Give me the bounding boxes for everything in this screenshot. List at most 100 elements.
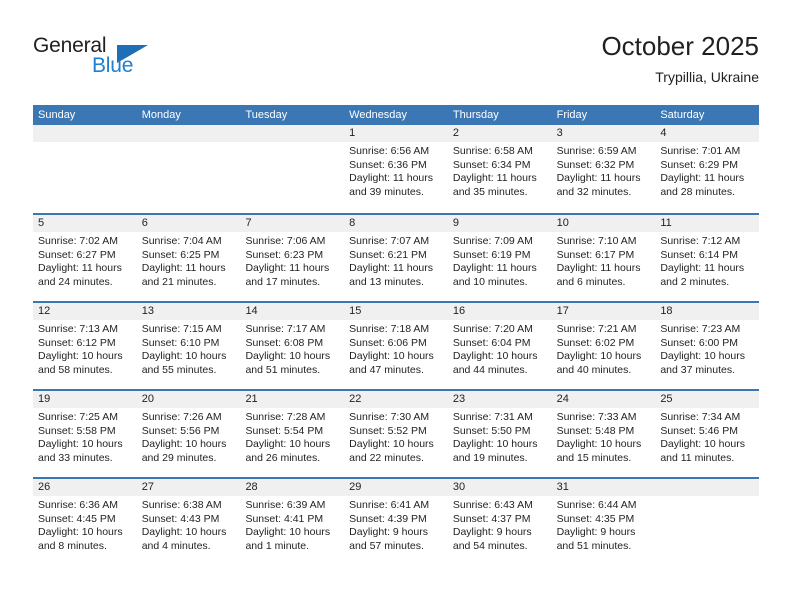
day-details: Sunrise: 7:09 AM Sunset: 6:19 PM Daylight:… bbox=[448, 232, 552, 289]
sunrise-text: Sunrise: 7:20 AM bbox=[452, 323, 533, 335]
calendar-day-cell[interactable]: 28 Sunrise: 6:39 AM Sunset: 4:41 PM Dayligh… bbox=[240, 479, 345, 565]
day-details: Sunrise: 6:41 AM Sunset: 4:39 PM Daylight:… bbox=[344, 496, 448, 553]
daylight-text-line1: Daylight: 10 hours bbox=[38, 526, 123, 538]
day-number: 28 bbox=[240, 479, 345, 496]
daylight-text-line2: and 28 minutes. bbox=[660, 185, 736, 198]
day-number: 18 bbox=[655, 303, 760, 320]
calendar-page: General Blue October 2025 Trypillia, Ukr… bbox=[0, 0, 792, 612]
calendar-day-cell-empty bbox=[33, 125, 137, 213]
daylight-text-line1: Daylight: 11 hours bbox=[349, 172, 434, 184]
day-details: Sunrise: 7:31 AM Sunset: 5:50 PM Daylight:… bbox=[448, 408, 552, 465]
sunset-text: Sunset: 4:39 PM bbox=[349, 512, 427, 525]
daylight-text-line2: and 13 minutes. bbox=[349, 275, 424, 288]
sunrise-text: Sunrise: 7:28 AM bbox=[245, 411, 326, 423]
daylight-text-line1: Daylight: 10 hours bbox=[141, 526, 227, 538]
calendar-day-cell[interactable]: 31 Sunrise: 6:44 AM Sunset: 4:35 PM Dayligh… bbox=[551, 479, 656, 565]
calendar-day-cell[interactable]: 10 Sunrise: 7:10 AM Sunset: 6:17 PM Dayligh… bbox=[551, 215, 656, 301]
calendar-day-cell[interactable]: 22 Sunrise: 7:30 AM Sunset: 5:52 PM Dayligh… bbox=[344, 391, 448, 477]
sunrise-text: Sunrise: 7:17 AM bbox=[245, 323, 326, 335]
day-number: 20 bbox=[136, 391, 241, 408]
sunset-text: Sunset: 6:10 PM bbox=[141, 336, 220, 349]
sunrise-text: Sunrise: 6:36 AM bbox=[38, 499, 118, 511]
calendar-day-cell[interactable]: 4 Sunrise: 7:01 AM Sunset: 6:29 PM Daylight… bbox=[655, 125, 760, 213]
daylight-text-line2: and 1 minute. bbox=[245, 539, 310, 552]
calendar-day-cell[interactable]: 13 Sunrise: 7:15 AM Sunset: 6:10 PM Dayligh… bbox=[136, 303, 241, 389]
daylight-text-line2: and 4 minutes. bbox=[141, 539, 211, 552]
calendar-day-cell[interactable]: 26 Sunrise: 6:36 AM Sunset: 4:45 PM Dayligh… bbox=[33, 479, 137, 565]
sunset-text: Sunset: 4:37 PM bbox=[452, 512, 531, 525]
daylight-text-line1: Daylight: 11 hours bbox=[452, 262, 537, 274]
day-details: Sunrise: 7:15 AM Sunset: 6:10 PM Daylight:… bbox=[137, 320, 241, 377]
calendar-day-cell[interactable]: 1 Sunrise: 6:56 AM Sunset: 6:36 PM Daylight… bbox=[344, 125, 448, 213]
calendar-day-cell[interactable]: 9 Sunrise: 7:09 AM Sunset: 6:19 PM Daylight… bbox=[447, 215, 552, 301]
daylight-text-line2: and 54 minutes. bbox=[452, 539, 528, 552]
sunset-text: Sunset: 6:04 PM bbox=[452, 336, 531, 349]
calendar-day-cell[interactable]: 6 Sunrise: 7:04 AM Sunset: 6:25 PM Daylight… bbox=[136, 215, 241, 301]
generalblue-logo[interactable]: General Blue bbox=[33, 34, 233, 90]
calendar-day-cell[interactable]: 11 Sunrise: 7:12 AM Sunset: 6:14 PM Dayligh… bbox=[655, 215, 760, 301]
sunset-text: Sunset: 6:12 PM bbox=[38, 336, 116, 349]
sunrise-text: Sunrise: 7:12 AM bbox=[660, 235, 741, 247]
daylight-text-line1: Daylight: 9 hours bbox=[556, 526, 636, 538]
calendar-day-cell[interactable]: 2 Sunrise: 6:58 AM Sunset: 6:34 PM Daylight… bbox=[447, 125, 552, 213]
day-details: Sunrise: 7:26 AM Sunset: 5:56 PM Daylight:… bbox=[137, 408, 241, 465]
calendar-day-cell[interactable]: 12 Sunrise: 7:13 AM Sunset: 6:12 PM Dayligh… bbox=[33, 303, 137, 389]
calendar-day-cell[interactable]: 15 Sunrise: 7:18 AM Sunset: 6:06 PM Dayligh… bbox=[344, 303, 448, 389]
sunset-text: Sunset: 6:29 PM bbox=[660, 158, 738, 171]
calendar-day-cell[interactable]: 25 Sunrise: 7:34 AM Sunset: 5:46 PM Dayligh… bbox=[655, 391, 760, 477]
sunrise-text: Sunrise: 7:04 AM bbox=[141, 235, 222, 247]
day-details: Sunrise: 7:21 AM Sunset: 6:02 PM Daylight:… bbox=[552, 320, 656, 377]
day-details: Sunrise: 7:33 AM Sunset: 5:48 PM Daylight:… bbox=[552, 408, 656, 465]
calendar-day-cell[interactable]: 23 Sunrise: 7:31 AM Sunset: 5:50 PM Dayligh… bbox=[447, 391, 552, 477]
daylight-text-line1: Daylight: 10 hours bbox=[245, 526, 331, 538]
calendar-day-cell[interactable]: 27 Sunrise: 6:38 AM Sunset: 4:43 PM Dayligh… bbox=[136, 479, 241, 565]
daylight-text-line2: and 35 minutes. bbox=[452, 185, 528, 198]
sunset-text: Sunset: 4:43 PM bbox=[141, 512, 220, 525]
daylight-text-line2: and 32 minutes. bbox=[556, 185, 632, 198]
sunset-text: Sunset: 6:32 PM bbox=[556, 158, 635, 171]
calendar-day-cell[interactable]: 7 Sunrise: 7:06 AM Sunset: 6:23 PM Daylight… bbox=[240, 215, 345, 301]
sunset-text: Sunset: 5:58 PM bbox=[38, 424, 116, 437]
day-details: Sunrise: 6:39 AM Sunset: 4:41 PM Daylight:… bbox=[240, 496, 344, 553]
daylight-text-line2: and 39 minutes. bbox=[349, 185, 424, 198]
calendar-day-cell[interactable]: 20 Sunrise: 7:26 AM Sunset: 5:56 PM Dayligh… bbox=[136, 391, 241, 477]
calendar-day-cell[interactable]: 29 Sunrise: 6:41 AM Sunset: 4:39 PM Dayligh… bbox=[344, 479, 448, 565]
calendar-day-cell[interactable]: 18 Sunrise: 7:23 AM Sunset: 6:00 PM Dayligh… bbox=[655, 303, 760, 389]
day-details: Sunrise: 7:17 AM Sunset: 6:08 PM Daylight:… bbox=[240, 320, 344, 377]
day-details: Sunrise: 7:30 AM Sunset: 5:52 PM Daylight:… bbox=[344, 408, 448, 465]
day-details: Sunrise: 6:59 AM Sunset: 6:32 PM Daylight:… bbox=[552, 142, 656, 199]
day-details: Sunrise: 7:02 AM Sunset: 6:27 PM Daylight:… bbox=[33, 232, 137, 289]
sunset-text: Sunset: 6:00 PM bbox=[660, 336, 738, 349]
calendar-day-cell[interactable]: 14 Sunrise: 7:17 AM Sunset: 6:08 PM Dayligh… bbox=[240, 303, 345, 389]
sunset-text: Sunset: 6:02 PM bbox=[556, 336, 635, 349]
sunset-text: Sunset: 6:17 PM bbox=[556, 248, 635, 261]
calendar-week-row: 26 Sunrise: 6:36 AM Sunset: 4:45 PM Dayligh… bbox=[33, 477, 760, 565]
daylight-text-line2: and 58 minutes. bbox=[38, 363, 113, 376]
sunrise-text: Sunrise: 7:34 AM bbox=[660, 411, 741, 423]
calendar-day-cell[interactable]: 16 Sunrise: 7:20 AM Sunset: 6:04 PM Dayligh… bbox=[447, 303, 552, 389]
day-details: Sunrise: 7:34 AM Sunset: 5:46 PM Daylight:… bbox=[655, 408, 759, 465]
calendar-day-cell[interactable]: 21 Sunrise: 7:28 AM Sunset: 5:54 PM Dayligh… bbox=[240, 391, 345, 477]
daylight-text-line2: and 22 minutes. bbox=[349, 451, 424, 464]
calendar-day-cell[interactable]: 3 Sunrise: 6:59 AM Sunset: 6:32 PM Daylight… bbox=[551, 125, 656, 213]
day-number: 22 bbox=[344, 391, 448, 408]
sunset-text: Sunset: 5:56 PM bbox=[141, 424, 220, 437]
calendar-day-cell[interactable]: 24 Sunrise: 7:33 AM Sunset: 5:48 PM Dayligh… bbox=[551, 391, 656, 477]
daylight-text-line1: Daylight: 11 hours bbox=[660, 172, 745, 184]
daylight-text-line2: and 26 minutes. bbox=[245, 451, 321, 464]
day-number: 15 bbox=[344, 303, 448, 320]
calendar-week-row: 1 Sunrise: 6:56 AM Sunset: 6:36 PM Daylight… bbox=[33, 125, 760, 213]
calendar-day-cell[interactable]: 30 Sunrise: 6:43 AM Sunset: 4:37 PM Dayligh… bbox=[447, 479, 552, 565]
sunset-text: Sunset: 6:36 PM bbox=[349, 158, 427, 171]
weekday-header-wednesday: Wednesday bbox=[349, 109, 408, 121]
day-number: 23 bbox=[447, 391, 552, 408]
calendar-day-cell[interactable]: 8 Sunrise: 7:07 AM Sunset: 6:21 PM Daylight… bbox=[344, 215, 448, 301]
calendar-day-cell[interactable]: 5 Sunrise: 7:02 AM Sunset: 6:27 PM Daylight… bbox=[33, 215, 137, 301]
sunset-text: Sunset: 6:27 PM bbox=[38, 248, 116, 261]
daylight-text-line2: and 8 minutes. bbox=[38, 539, 107, 552]
calendar-day-cell[interactable]: 17 Sunrise: 7:21 AM Sunset: 6:02 PM Dayligh… bbox=[551, 303, 656, 389]
daylight-text-line2: and 40 minutes. bbox=[556, 363, 632, 376]
daylight-text-line1: Daylight: 11 hours bbox=[556, 262, 641, 274]
sunset-text: Sunset: 6:25 PM bbox=[141, 248, 220, 261]
calendar-day-cell[interactable]: 19 Sunrise: 7:25 AM Sunset: 5:58 PM Dayligh… bbox=[33, 391, 137, 477]
